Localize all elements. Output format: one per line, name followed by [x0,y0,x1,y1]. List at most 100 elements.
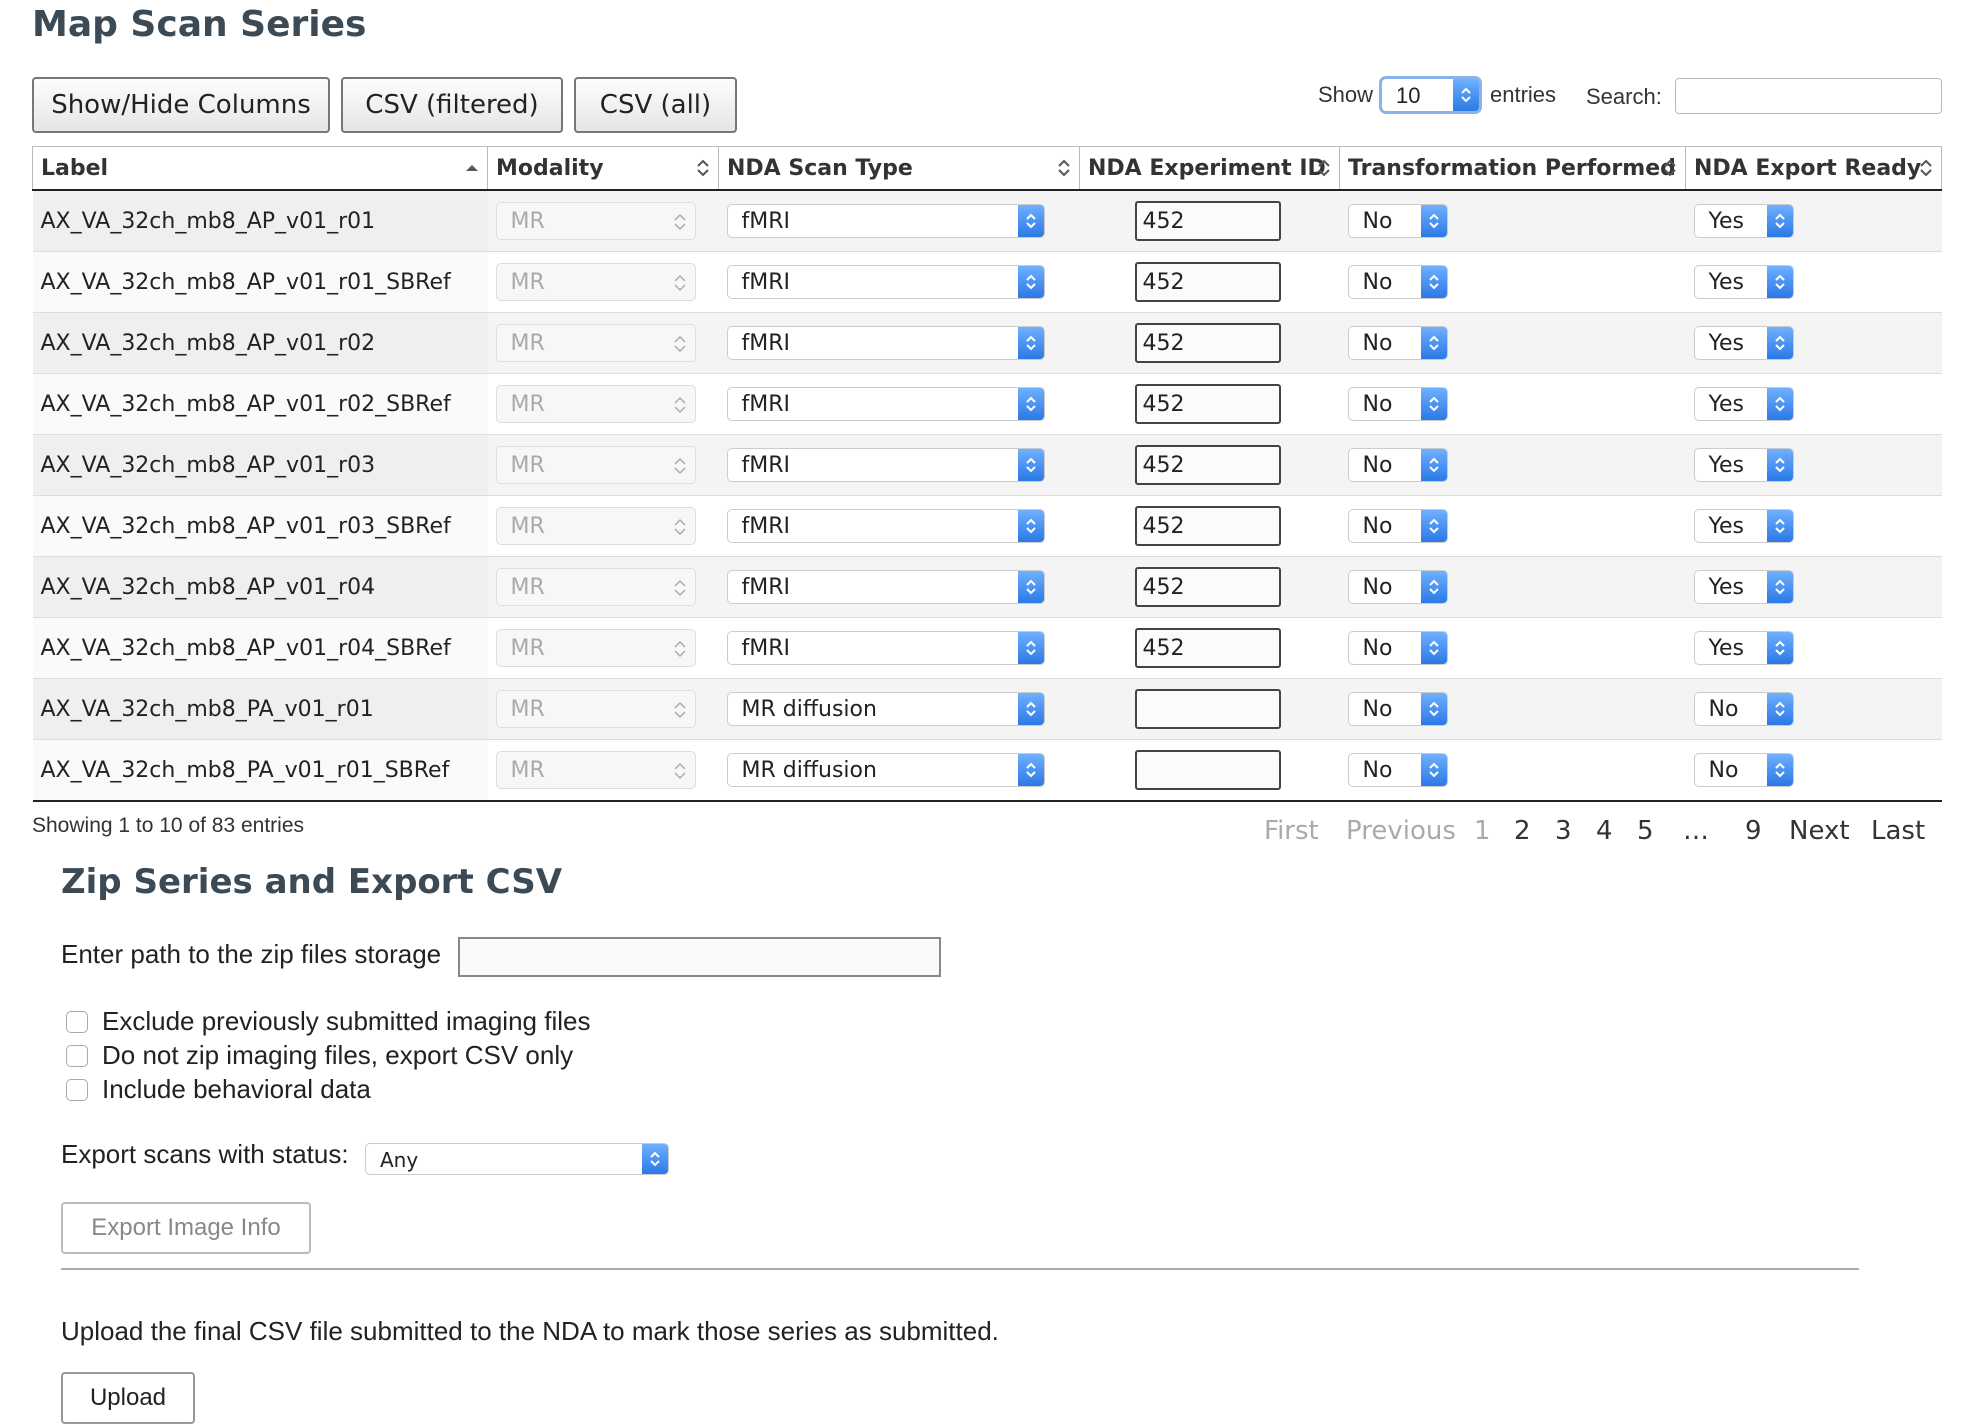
zip-path-input[interactable] [458,937,941,977]
export-image-info-button[interactable]: Export Image Info [61,1202,311,1254]
series-label: AX_VA_32ch_mb8_PA_v01_r01_SBRef [40,757,450,783]
pagination-page-2[interactable]: 2 [1514,816,1531,846]
csv-only-checkbox[interactable] [66,1045,88,1067]
column-header-label[interactable]: Label [32,146,488,191]
transformation-select[interactable]: No [1347,326,1448,360]
export-ready-select[interactable]: Yes [1693,631,1794,665]
scan-type-value: MR diffusion [741,758,877,783]
modality-cell: MR [487,251,719,313]
experiment-id-input[interactable]: 452 [1134,506,1281,546]
export-ready-cell: Yes [1685,495,1942,557]
transformation-select[interactable]: No [1347,753,1448,787]
experiment-id-input[interactable]: 452 [1134,323,1281,363]
transformation-select[interactable]: No [1347,631,1448,665]
select-stepper-icon [1420,693,1447,725]
entries-select[interactable]: 10 [1379,76,1482,114]
column-header-experiment-id[interactable]: NDA Experiment ID [1079,146,1340,191]
experiment-id-cell: 452 [1079,434,1340,496]
modality-select[interactable]: MR [495,324,696,362]
column-header-transformation[interactable]: Transformation Performed [1339,146,1686,191]
export-ready-select[interactable]: Yes [1693,265,1794,299]
transformation-select[interactable]: No [1347,570,1448,604]
exclude-submitted-checkbox[interactable] [66,1011,88,1033]
modality-select[interactable]: MR [495,507,696,545]
experiment-id-input[interactable]: 452 [1134,445,1281,485]
transformation-select[interactable]: No [1347,265,1448,299]
scan-type-select[interactable]: MR diffusion [726,692,1045,726]
export-ready-select[interactable]: Yes [1693,448,1794,482]
modality-select[interactable]: MR [495,202,696,240]
series-label: AX_VA_32ch_mb8_AP_v01_r04 [40,574,376,600]
search-input[interactable] [1675,78,1942,114]
modality-select[interactable]: MR [495,446,696,484]
export-ready-select[interactable]: Yes [1693,570,1794,604]
export-ready-select[interactable]: Yes [1693,204,1794,238]
pagination-page-3[interactable]: 3 [1555,816,1572,846]
experiment-id-input[interactable]: 452 [1134,201,1281,241]
export-ready-select[interactable]: No [1693,692,1794,726]
column-header-export-ready[interactable]: NDA Export Ready [1685,146,1942,191]
scan-type-select[interactable]: fMRI [726,448,1045,482]
transformation-select[interactable]: No [1347,204,1448,238]
transformation-select[interactable]: No [1347,387,1448,421]
sort-icon [697,159,709,177]
export-ready-select[interactable]: Yes [1693,509,1794,543]
pagination-page-4[interactable]: 4 [1596,816,1613,846]
modality-select[interactable]: MR [495,263,696,301]
experiment-id-input[interactable]: 452 [1134,567,1281,607]
scan-type-select[interactable]: MR diffusion [726,753,1045,787]
export-ready-value: Yes [1708,636,1745,661]
upload-button[interactable]: Upload [61,1372,195,1424]
modality-select[interactable]: MR [495,629,696,667]
modality-select[interactable]: MR [495,385,696,423]
pagination-next[interactable]: Next [1789,816,1850,846]
sort-asc-icon [466,165,478,171]
transformation-select[interactable]: No [1347,509,1448,543]
scan-type-select[interactable]: fMRI [726,326,1045,360]
export-ready-value: Yes [1708,453,1745,478]
export-ready-select[interactable]: Yes [1693,387,1794,421]
scan-type-select[interactable]: fMRI [726,204,1045,238]
experiment-id-cell: 452 [1079,251,1340,313]
export-ready-value: Yes [1708,270,1745,295]
pagination-previous[interactable]: Previous [1346,816,1456,846]
scan-type-select[interactable]: fMRI [726,570,1045,604]
export-status-select[interactable]: Any [365,1143,669,1175]
pagination-page-9[interactable]: 9 [1745,816,1762,846]
csv-all-button[interactable]: CSV (all) [574,77,737,133]
scan-type-select[interactable]: fMRI [726,387,1045,421]
show-hide-columns-button[interactable]: Show/Hide Columns [32,77,330,133]
pagination-first[interactable]: First [1264,816,1319,846]
scan-type-select[interactable]: fMRI [726,265,1045,299]
transformation-select[interactable]: No [1347,448,1448,482]
scan-type-select[interactable]: fMRI [726,631,1045,665]
export-ready-select[interactable]: No [1693,753,1794,787]
modality-select[interactable]: MR [495,568,696,606]
scan-type-cell: fMRI [718,189,1080,252]
experiment-id-input[interactable] [1134,689,1281,729]
export-ready-value: Yes [1708,575,1745,600]
entries-label: entries [1490,82,1557,107]
select-stepper-icon [1420,571,1447,603]
experiment-id-input[interactable]: 452 [1134,628,1281,668]
modality-value: MR [510,453,545,478]
experiment-id-input[interactable] [1134,750,1281,790]
transformation-select[interactable]: No [1347,692,1448,726]
experiment-id-input[interactable]: 452 [1134,384,1281,424]
scan-type-select[interactable]: fMRI [726,509,1045,543]
scan-type-value: fMRI [741,636,791,661]
csv-filtered-button[interactable]: CSV (filtered) [341,77,563,133]
modality-value: MR [510,697,545,722]
pagination-page-1[interactable]: 1 [1474,816,1491,846]
export-ready-select[interactable]: Yes [1693,326,1794,360]
modality-select[interactable]: MR [495,751,696,789]
experiment-id-input[interactable]: 452 [1134,262,1281,302]
pagination-last[interactable]: Last [1871,816,1925,846]
column-header-scan-type[interactable]: NDA Scan Type [718,146,1080,191]
column-header-modality[interactable]: Modality [487,146,719,191]
select-stepper-icon [642,1144,668,1174]
select-stepper-icon [1766,693,1793,725]
modality-select[interactable]: MR [495,690,696,728]
pagination-page-5[interactable]: 5 [1637,816,1654,846]
behavioral-data-checkbox[interactable] [66,1079,88,1101]
